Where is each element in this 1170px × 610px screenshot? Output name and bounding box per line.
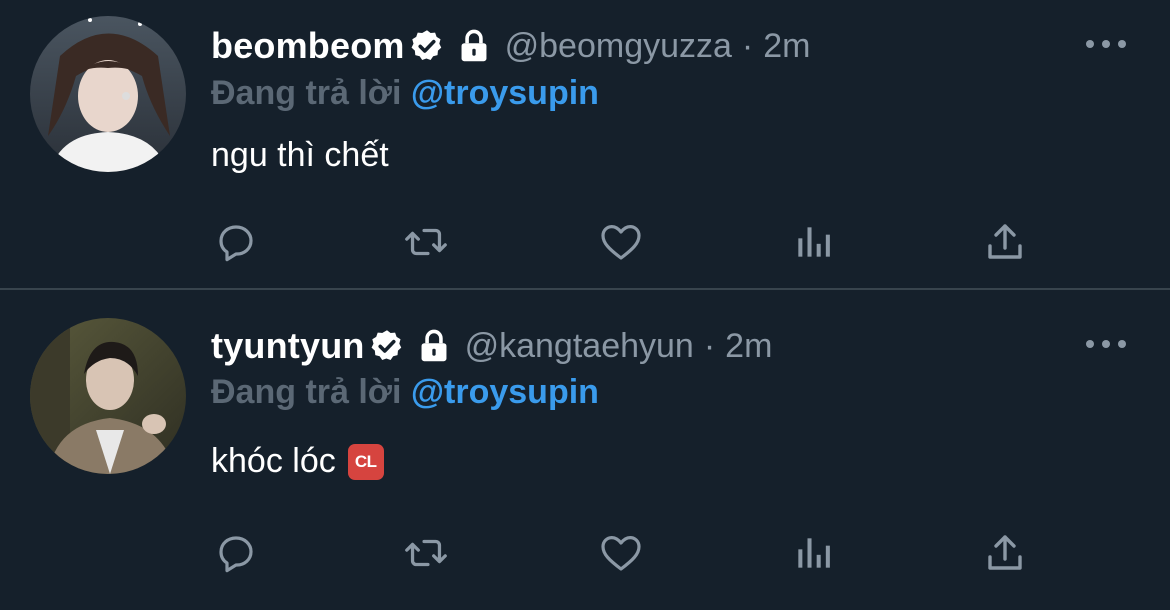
more-icon[interactable] xyxy=(1086,34,1126,54)
tweet-text: khóc lóc CL xyxy=(211,442,384,481)
avatar[interactable] xyxy=(30,16,186,172)
verified-badge-icon xyxy=(409,28,445,64)
reply-prefix: Đang trả lời xyxy=(211,373,402,411)
avatar[interactable] xyxy=(30,318,186,474)
lock-icon xyxy=(457,28,491,64)
tweet-text-content: khóc lóc xyxy=(211,442,336,480)
tweet-header: beombeom @beomgyuzza · 2m xyxy=(211,21,810,71)
lock-icon xyxy=(417,328,451,364)
verified-badge-icon xyxy=(369,328,405,364)
reply-prefix: Đang trả lời xyxy=(211,74,402,112)
cl-button-emoji: CL xyxy=(347,443,384,480)
user-handle[interactable]: @beomgyuzza xyxy=(505,27,732,66)
replying-to: Đang trả lời @troysupin xyxy=(211,74,599,113)
heart-icon[interactable] xyxy=(596,217,646,267)
reply-mention-link[interactable]: @troysupin xyxy=(411,373,599,411)
tweet[interactable]: beombeom @beomgyuzza · 2m Đang trả lời @… xyxy=(0,0,1170,290)
separator-dot: · xyxy=(741,26,754,65)
retweet-icon[interactable] xyxy=(401,217,451,267)
timestamp[interactable]: 2m xyxy=(725,327,772,366)
views-icon[interactable] xyxy=(788,217,838,267)
more-icon[interactable] xyxy=(1086,334,1126,354)
display-name[interactable]: tyuntyun xyxy=(211,325,365,367)
views-icon[interactable] xyxy=(788,528,838,578)
display-name[interactable]: beombeom xyxy=(211,25,405,67)
tweet[interactable]: tyuntyun @kangtaehyun · 2m Đang trả lời xyxy=(0,292,1170,610)
timestamp[interactable]: 2m xyxy=(763,27,810,66)
reply-icon[interactable] xyxy=(211,528,261,578)
tweet-text: ngu thì chết xyxy=(211,136,389,175)
tweet-text-content: ngu thì chết xyxy=(211,136,389,174)
reply-icon[interactable] xyxy=(211,217,261,267)
reply-mention-link[interactable]: @troysupin xyxy=(411,74,599,112)
tweet-actions xyxy=(211,217,1041,267)
replying-to: Đang trả lời @troysupin xyxy=(211,373,599,412)
share-icon[interactable] xyxy=(980,217,1030,267)
user-handle[interactable]: @kangtaehyun xyxy=(465,327,694,366)
tweet-header: tyuntyun @kangtaehyun · 2m xyxy=(211,321,772,371)
share-icon[interactable] xyxy=(980,528,1030,578)
separator-dot: · xyxy=(703,326,716,365)
retweet-icon[interactable] xyxy=(401,528,451,578)
tweet-actions xyxy=(211,528,1041,578)
heart-icon[interactable] xyxy=(596,528,646,578)
tweet-feed: beombeom @beomgyuzza · 2m Đang trả lời @… xyxy=(0,0,1170,610)
